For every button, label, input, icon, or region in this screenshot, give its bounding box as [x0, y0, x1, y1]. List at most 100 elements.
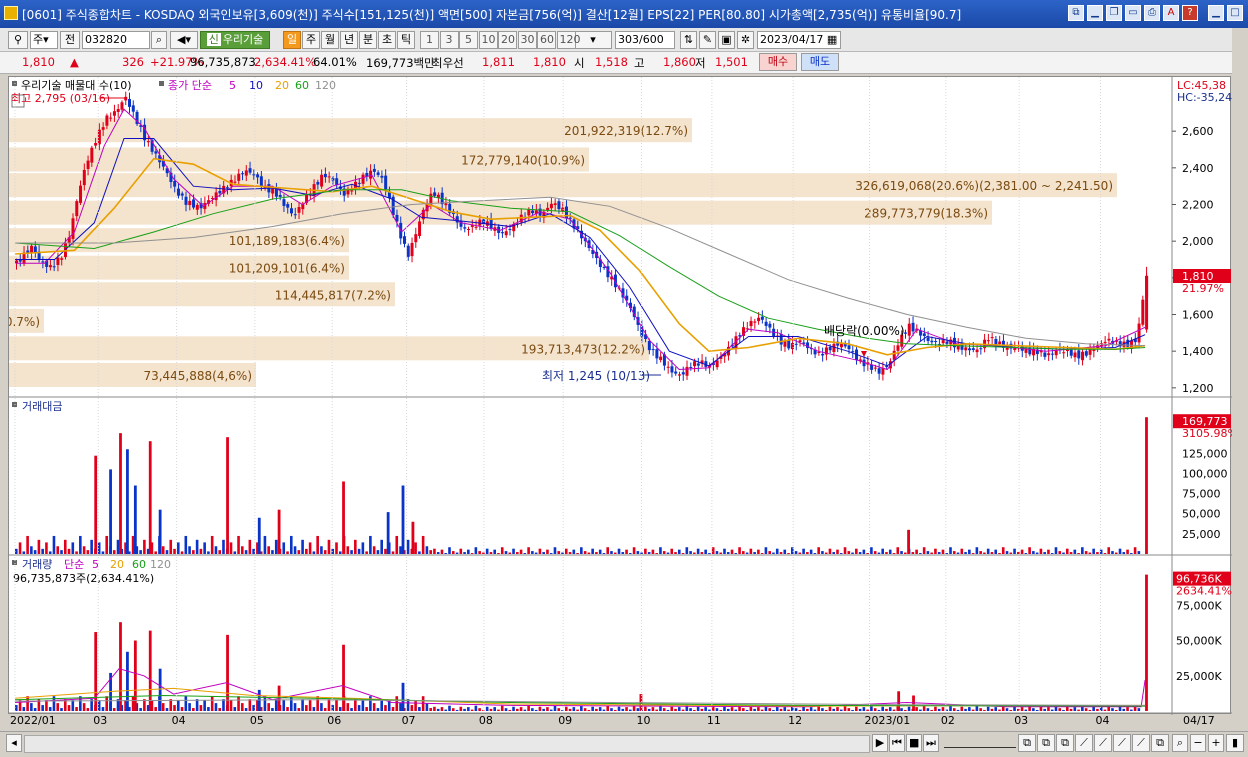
interval-3[interactable]: 3: [439, 31, 459, 49]
volume-bar: [267, 703, 270, 711]
amount-bar: [165, 550, 169, 554]
interval-5[interactable]: 5: [459, 31, 478, 49]
draw1-icon[interactable]: ⟋: [1075, 734, 1093, 752]
sell-button[interactable]: 매도: [801, 53, 839, 71]
layout3-icon[interactable]: ⧉: [1056, 734, 1074, 752]
tab-period-6[interactable]: 틱: [397, 31, 415, 49]
right-scrollbar[interactable]: [1232, 28, 1248, 728]
link-icon[interactable]: ⧉: [1068, 5, 1084, 21]
count-input[interactable]: 303/600: [615, 31, 675, 49]
amount-bar: [459, 548, 463, 554]
play-icon[interactable]: ▶: [872, 734, 888, 752]
candle-body: [233, 181, 237, 183]
volume-bar: [112, 708, 116, 711]
speaker-icon[interactable]: ◀▾: [170, 31, 198, 49]
amount-bar: [907, 529, 910, 554]
amount-bar: [534, 552, 538, 554]
font-icon[interactable]: A: [1163, 5, 1179, 21]
interval-1[interactable]: 1: [420, 31, 439, 49]
amount-bar: [176, 542, 180, 554]
zoom-search-icon[interactable]: ⌕: [1172, 734, 1188, 752]
draw4-icon[interactable]: ⟋: [1132, 734, 1150, 752]
horizontal-scrollbar[interactable]: [24, 735, 870, 753]
search-icon[interactable]: ⌕: [151, 31, 167, 49]
layout2-icon[interactable]: ⧉: [1037, 734, 1055, 752]
candle-body: [259, 176, 263, 187]
zoom-slider[interactable]: [944, 740, 1016, 748]
window-maximize-button[interactable]: □: [1227, 5, 1243, 21]
next-icon[interactable]: ⏭: [923, 734, 939, 752]
amount-bar: [922, 547, 926, 554]
tab-period-4[interactable]: 분: [359, 31, 377, 49]
volume-bar: [858, 708, 862, 711]
tab-period-3[interactable]: 년: [340, 31, 358, 49]
market-select[interactable]: 주▾: [30, 31, 58, 49]
price-y-tick-label: 1,400: [1182, 345, 1214, 358]
interval-120[interactable]: 120: [556, 31, 581, 49]
layout1-icon[interactable]: ⧉: [1018, 734, 1036, 752]
zoom-out-icon[interactable]: −: [1190, 734, 1206, 752]
candle-body: [1024, 349, 1028, 353]
volume-bar: [346, 703, 350, 711]
gear-icon[interactable]: ✲: [737, 31, 754, 49]
stock-code-input[interactable]: 032820: [82, 31, 150, 49]
amount-bar: [904, 552, 907, 554]
save-icon[interactable]: ▣: [718, 31, 735, 49]
ma-legend-5: 5: [229, 79, 236, 92]
volume-bar: [119, 622, 122, 711]
volume-bar: [207, 707, 210, 711]
interval-30[interactable]: 30: [517, 31, 537, 49]
volume-bar: [836, 707, 839, 711]
candle-body: [320, 174, 324, 187]
stop-icon[interactable]: ■: [906, 734, 922, 752]
help-icon[interactable]: ?: [1182, 5, 1198, 21]
volume-bar: [602, 709, 606, 711]
expand-icon[interactable]: ▮: [1226, 734, 1244, 752]
draw5-icon[interactable]: ⧉: [1151, 734, 1169, 752]
amount-bar: [934, 548, 937, 554]
stock-code-value: 032820: [85, 33, 127, 46]
candle-body: [252, 174, 256, 176]
amount-bar: [467, 549, 470, 554]
window-minimize-button[interactable]: ▁: [1208, 5, 1224, 21]
minimize-icon[interactable]: ▁: [1087, 5, 1103, 21]
date-input[interactable]: 2023/04/17 ▦: [757, 31, 841, 49]
arrows-icon[interactable]: ⇅: [680, 31, 697, 49]
amount-bar: [119, 433, 122, 554]
print-icon[interactable]: ⎙: [1144, 5, 1160, 21]
tab-period-2[interactable]: 월: [321, 31, 339, 49]
volume-profile-label: 201,922,319(12.7%): [564, 124, 688, 138]
prev-button[interactable]: 전: [60, 31, 80, 49]
screen-icon[interactable]: ▭: [1125, 5, 1141, 21]
candle-body: [1054, 350, 1058, 356]
amount-bar: [489, 552, 493, 554]
candle-body: [674, 371, 678, 374]
interval-60[interactable]: 60: [537, 31, 556, 49]
zoom-in-icon[interactable]: +: [1208, 734, 1224, 752]
scroll-left-icon[interactable]: ◂: [6, 734, 22, 752]
interval-20[interactable]: 20: [498, 31, 517, 49]
buy-button[interactable]: 매수: [759, 53, 797, 71]
amount-bar: [323, 550, 327, 554]
tab-period-5[interactable]: 초: [378, 31, 396, 49]
tools-icon[interactable]: ✎: [699, 31, 716, 49]
stock-name-label[interactable]: 신 우리기술: [200, 31, 270, 49]
amount-bar: [723, 548, 726, 554]
candle-body: [380, 175, 384, 178]
draw3-icon[interactable]: ⟋: [1113, 734, 1131, 752]
tab-period-0[interactable]: 일: [283, 31, 301, 49]
interval-10[interactable]: 10: [478, 31, 498, 49]
candle-body: [557, 201, 561, 210]
tab-period-1[interactable]: 주: [302, 31, 320, 49]
amount-bar: [572, 549, 576, 554]
prev-icon[interactable]: ⏮: [889, 734, 905, 752]
volume-bar: [971, 709, 975, 711]
volume-bar: [1035, 709, 1039, 711]
chart-area[interactable]: 201,922,319(12.7%) 172,779,140(10.9%) 326,…: [0, 76, 1238, 715]
amount-bar: [199, 548, 203, 554]
volume-bar: [45, 700, 48, 711]
restore-icon[interactable]: ❐: [1106, 5, 1122, 21]
draw2-icon[interactable]: ⟋: [1094, 734, 1112, 752]
pin-icon[interactable]: ⚲: [8, 31, 28, 49]
volume-bar: [787, 709, 790, 711]
